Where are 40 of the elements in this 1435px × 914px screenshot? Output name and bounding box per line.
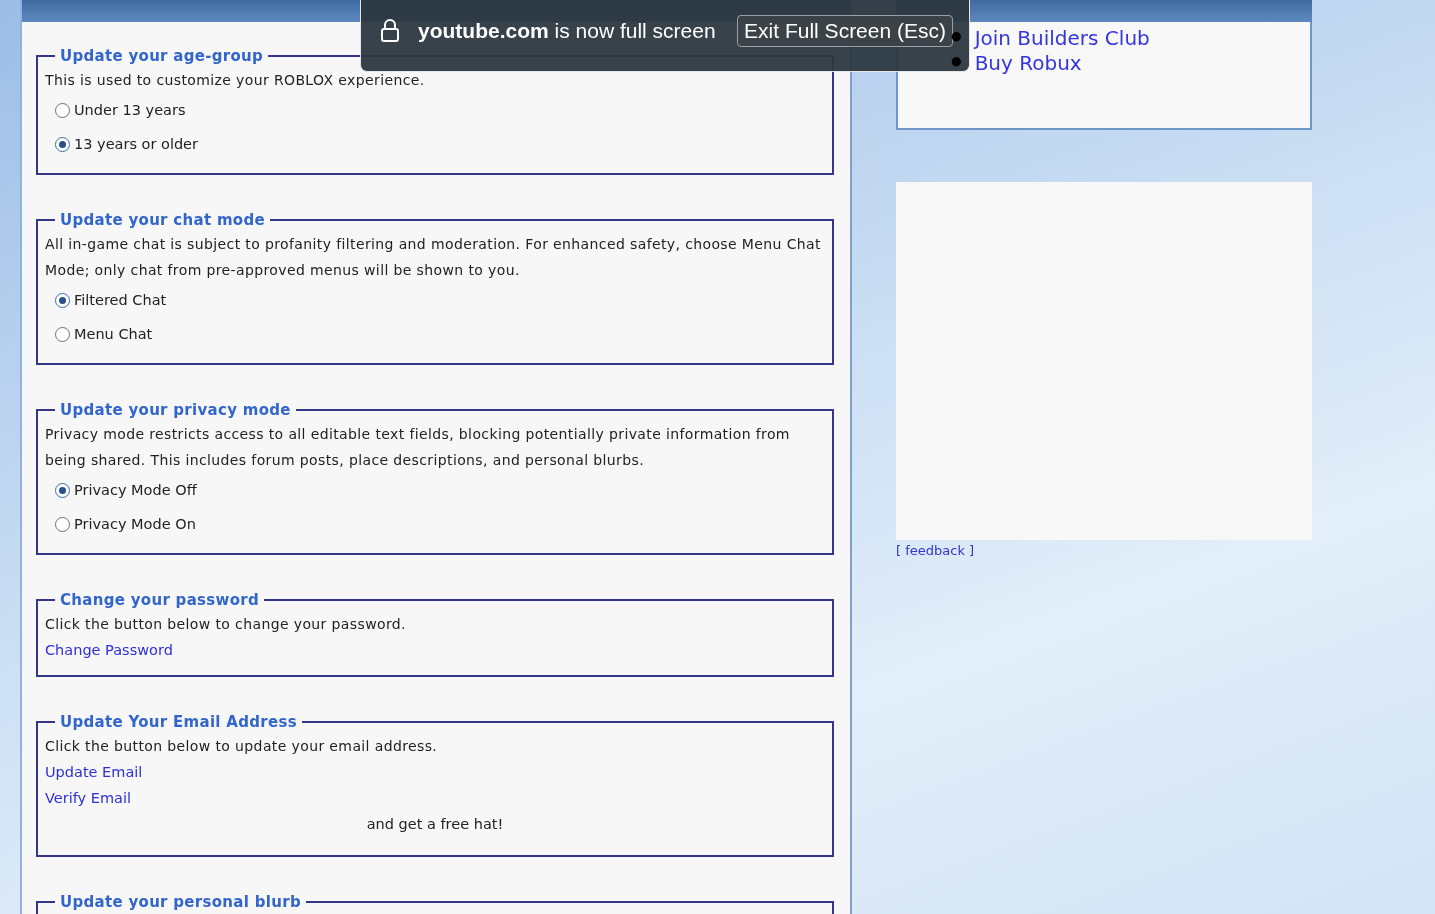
- radio-button[interactable]: [55, 482, 70, 498]
- bullet: •: [948, 51, 965, 76]
- settings-link[interactable]: Change Password: [45, 642, 173, 658]
- feedback-link[interactable]: [ feedback ]: [896, 543, 975, 558]
- group-title: Update your privacy mode: [59, 401, 292, 419]
- group-title: Update your chat mode: [59, 211, 266, 229]
- radio-option[interactable]: 13 years or older: [45, 127, 825, 161]
- radio-button[interactable]: [55, 326, 70, 342]
- option-label: Privacy Mode On: [74, 516, 196, 532]
- radio-button[interactable]: [55, 102, 70, 118]
- settings-link[interactable]: Verify Email: [45, 790, 131, 806]
- upgrade-link[interactable]: Buy Robux: [974, 51, 1082, 76]
- lock-icon: [380, 18, 400, 43]
- exit-fullscreen-button[interactable]: Exit Full Screen (Esc): [737, 14, 953, 47]
- radio-button[interactable]: [55, 136, 70, 152]
- group-description: Click the button below to change your password.: [45, 615, 407, 634]
- group-description: Privacy mode restricts access to all editable text fields, blocking potentially private information from being shared. This includes forum posts, place descriptions, and personal blurbs.: [45, 425, 791, 470]
- settings-link[interactable]: Update Email: [45, 764, 143, 780]
- group-description: All in-game chat is subject to profanity filtering and moderation. For enhanced safety, choose Menu Chat Mode; only chat from pre-approved menus will be shown to you.: [45, 235, 822, 280]
- radio-button[interactable]: [55, 292, 70, 308]
- radio-option[interactable]: Privacy Mode Off: [45, 473, 825, 507]
- note-text: and get a free hat!: [366, 816, 504, 832]
- group-title: Change your password: [59, 591, 260, 609]
- option-label: 13 years or older: [74, 136, 198, 152]
- upgrade-link[interactable]: Join Builders Club: [974, 26, 1150, 51]
- radio-option[interactable]: Under 13 years: [45, 93, 825, 127]
- group-title: Update your personal blurb: [59, 893, 302, 911]
- option-label: Filtered Chat: [74, 292, 167, 308]
- radio-option[interactable]: Privacy Mode On: [45, 507, 825, 541]
- group-title: Update your age-group: [59, 47, 265, 65]
- radio-button[interactable]: [55, 516, 70, 532]
- option-label: Menu Chat: [74, 326, 153, 342]
- group-description: This is used to customize your ROBLOX experience.: [45, 71, 426, 90]
- group-title: Update Your Email Address: [59, 713, 298, 731]
- notice-message: youtube.com is now full screen: [418, 18, 716, 43]
- option-label: Privacy Mode Off: [74, 482, 197, 498]
- radio-option[interactable]: Filtered Chat: [45, 283, 825, 317]
- option-label: Under 13 years: [74, 102, 186, 118]
- radio-option[interactable]: Menu Chat: [45, 317, 825, 351]
- group-description: Click the button below to update your email address.: [45, 737, 439, 756]
